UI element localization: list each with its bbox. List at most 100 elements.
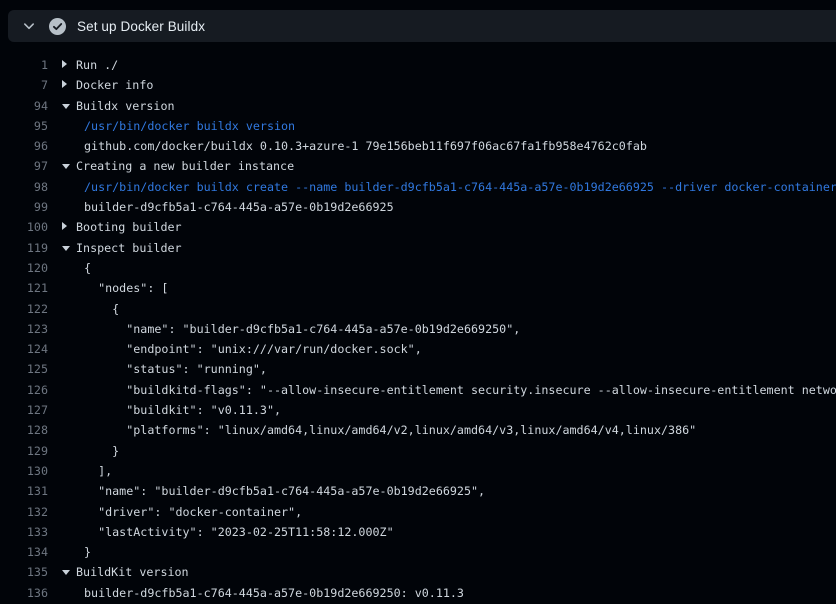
line-content: /usr/bin/docker buildx version [62, 116, 295, 136]
line-content: "status": "running", [62, 359, 267, 379]
line-number[interactable]: 130 [0, 461, 48, 481]
step-title: Set up Docker Buildx [77, 19, 205, 34]
line-content: "nodes": [ [62, 278, 168, 298]
line-text: "platforms": "linux/amd64,linux/amd64/v2… [84, 423, 696, 437]
log-line: 96 github.com/docker/buildx 0.10.3+azure… [0, 136, 836, 156]
line-number[interactable]: 134 [0, 542, 48, 562]
line-content: } [62, 542, 91, 562]
line-text: "nodes": [ [84, 281, 168, 295]
line-number[interactable]: 133 [0, 522, 48, 542]
log-group-toggle[interactable]: Inspect builder [62, 238, 182, 258]
line-text: builder-d9cfb5a1-c764-445a-a57e-0b19d2e6… [84, 586, 464, 600]
log-line: 134 } [0, 542, 836, 562]
line-content: "name": "builder-d9cfb5a1-c764-445a-a57e… [62, 319, 520, 339]
line-text: "buildkitd-flags": "--allow-insecure-ent… [84, 383, 836, 397]
log-line: 100 Booting builder [0, 217, 836, 237]
log-line: 97 Creating a new builder instance [0, 156, 836, 176]
log-line: 126 "buildkitd-flags": "--allow-insecure… [0, 380, 836, 400]
line-content: "lastActivity": "2023-02-25T11:58:12.000… [62, 522, 394, 542]
line-number[interactable]: 136 [0, 583, 48, 603]
log-group-toggle[interactable]: Run ./ [62, 55, 118, 75]
line-content: "buildkit": "v0.11.3", [62, 400, 281, 420]
line-text: BuildKit version [76, 565, 189, 579]
triangle-down-icon [62, 246, 70, 251]
line-number[interactable]: 128 [0, 420, 48, 440]
log-group-toggle[interactable]: Buildx version [62, 96, 175, 116]
line-text: Booting builder [76, 220, 182, 234]
line-number[interactable]: 95 [0, 116, 48, 136]
line-text: /usr/bin/docker buildx version [84, 119, 295, 133]
line-text: "lastActivity": "2023-02-25T11:58:12.000… [84, 525, 394, 539]
log-line: 121 "nodes": [ [0, 278, 836, 298]
line-text: { [84, 302, 119, 316]
log-line: 131 "name": "builder-d9cfb5a1-c764-445a-… [0, 481, 836, 501]
chevron-down-icon [22, 19, 36, 33]
line-number[interactable]: 7 [0, 75, 48, 95]
line-content: "buildkitd-flags": "--allow-insecure-ent… [62, 380, 836, 400]
line-number[interactable]: 125 [0, 359, 48, 379]
check-circle-icon [49, 18, 66, 35]
line-number[interactable]: 122 [0, 299, 48, 319]
line-text: /usr/bin/docker buildx create --name bui… [84, 180, 836, 194]
line-number[interactable]: 99 [0, 197, 48, 217]
log-container: 1 Run ./ 7 Docker info 94 Buildx version… [0, 42, 836, 603]
log-line: 98 /usr/bin/docker buildx create --name … [0, 177, 836, 197]
line-text: "endpoint": "unix:///var/run/docker.sock… [84, 342, 422, 356]
triangle-right-icon [62, 60, 67, 68]
line-number[interactable]: 121 [0, 278, 48, 298]
log-line: 135 BuildKit version [0, 562, 836, 582]
line-number[interactable]: 135 [0, 562, 48, 582]
line-text: } [84, 444, 119, 458]
step-header[interactable]: Set up Docker Buildx [8, 10, 836, 42]
log-line: 95 /usr/bin/docker buildx version [0, 116, 836, 136]
line-content: github.com/docker/buildx 0.10.3+azure-1 … [62, 136, 647, 156]
log-line: 123 "name": "builder-d9cfb5a1-c764-445a-… [0, 319, 836, 339]
log-line: 130 ], [0, 461, 836, 481]
line-text: "buildkit": "v0.11.3", [84, 403, 281, 417]
triangle-right-icon [62, 80, 67, 88]
line-number[interactable]: 132 [0, 502, 48, 522]
line-number[interactable]: 120 [0, 258, 48, 278]
log-line: 125 "status": "running", [0, 359, 836, 379]
line-number[interactable]: 98 [0, 177, 48, 197]
line-text: "status": "running", [84, 362, 267, 376]
line-content: "driver": "docker-container", [62, 502, 302, 522]
log-line: 136 builder-d9cfb5a1-c764-445a-a57e-0b19… [0, 583, 836, 603]
line-content: "name": "builder-d9cfb5a1-c764-445a-a57e… [62, 481, 485, 501]
log-group-toggle[interactable]: BuildKit version [62, 562, 189, 582]
triangle-down-icon [62, 104, 70, 109]
line-number[interactable]: 126 [0, 380, 48, 400]
line-text: Run ./ [76, 58, 118, 72]
log-line: 120 { [0, 258, 836, 278]
line-number[interactable]: 119 [0, 238, 48, 258]
line-content: builder-d9cfb5a1-c764-445a-a57e-0b19d2e6… [62, 583, 464, 603]
triangle-down-icon [62, 164, 70, 169]
line-number[interactable]: 129 [0, 441, 48, 461]
line-text: Inspect builder [76, 241, 182, 255]
line-number[interactable]: 97 [0, 156, 48, 176]
line-content: { [62, 258, 91, 278]
triangle-down-icon [62, 570, 70, 575]
line-text: "driver": "docker-container", [84, 505, 302, 519]
line-content: } [62, 441, 119, 461]
line-number[interactable]: 1 [0, 55, 48, 75]
line-number[interactable]: 124 [0, 339, 48, 359]
log-group-toggle[interactable]: Booting builder [62, 217, 182, 237]
log-line: 99 builder-d9cfb5a1-c764-445a-a57e-0b19d… [0, 197, 836, 217]
line-number[interactable]: 96 [0, 136, 48, 156]
line-content: /usr/bin/docker buildx create --name bui… [62, 177, 836, 197]
line-number[interactable]: 131 [0, 481, 48, 501]
log-group-toggle[interactable]: Creating a new builder instance [62, 156, 294, 176]
line-text: "name": "builder-d9cfb5a1-c764-445a-a57e… [84, 322, 520, 336]
line-number[interactable]: 94 [0, 96, 48, 116]
log-line: 119 Inspect builder [0, 238, 836, 258]
log-group-toggle[interactable]: Docker info [62, 75, 153, 95]
line-content: "endpoint": "unix:///var/run/docker.sock… [62, 339, 422, 359]
line-number[interactable]: 100 [0, 217, 48, 237]
line-content: "platforms": "linux/amd64,linux/amd64/v2… [62, 420, 696, 440]
line-number[interactable]: 127 [0, 400, 48, 420]
log-line: 1 Run ./ [0, 55, 836, 75]
line-text: github.com/docker/buildx 0.10.3+azure-1 … [84, 139, 647, 153]
line-number[interactable]: 123 [0, 319, 48, 339]
log-line: 129 } [0, 441, 836, 461]
